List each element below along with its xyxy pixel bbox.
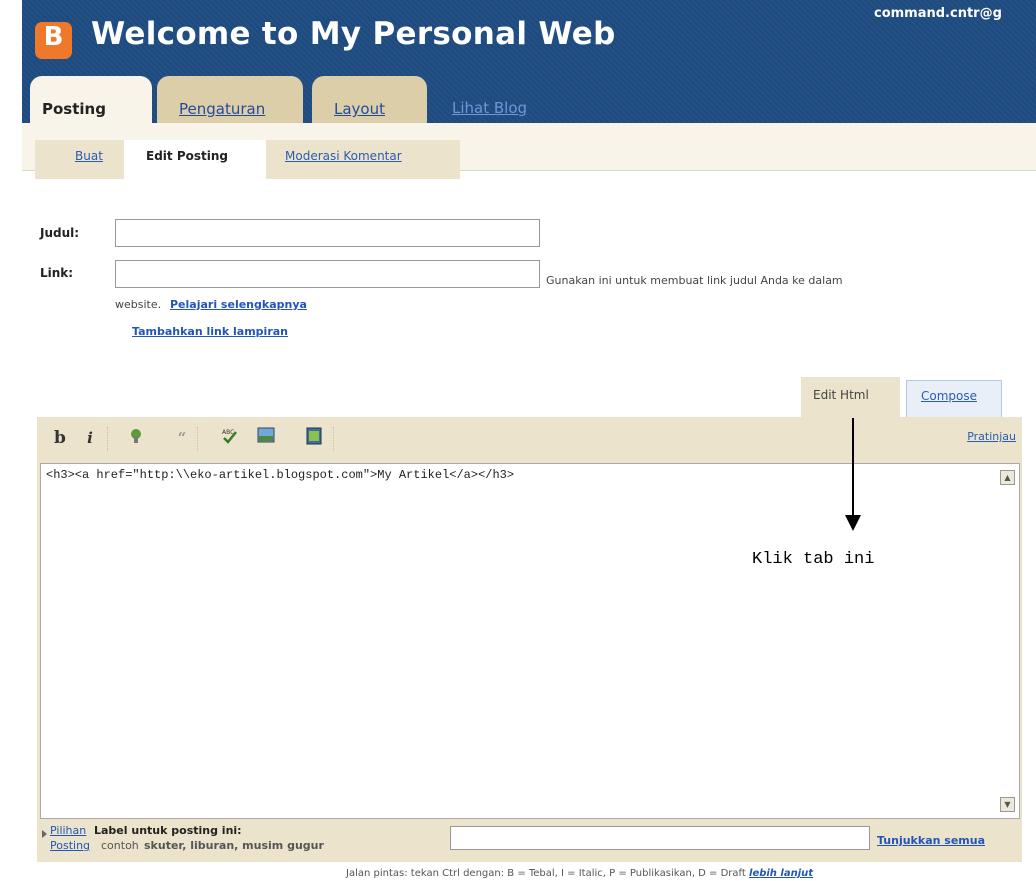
spellcheck-icon[interactable]: ABC [219, 427, 241, 449]
subtab-buat[interactable]: Buat [75, 149, 103, 163]
labels-heading: Label untuk posting ini: [94, 824, 242, 837]
post-body-content: <h3><a href="http:\\eko-artikel.blogspot… [46, 468, 515, 482]
labels-input[interactable] [450, 826, 870, 850]
shortcut-hint-text: Jalan pintas: tekan Ctrl dengan: B = Teb… [346, 868, 746, 879]
annotation-text: Klik tab ini [752, 550, 875, 569]
annotation-arrow-line [852, 418, 854, 518]
options-link[interactable]: Pilihan [50, 824, 86, 837]
link-label: Link: [40, 266, 74, 280]
blog-title: Welcome to My Personal Web [91, 16, 616, 52]
tab-pengaturan[interactable]: Pengaturan [157, 76, 303, 123]
labels-examples: skuter, liburan, musim gugur [144, 839, 324, 852]
bold-icon[interactable]: b [49, 427, 71, 449]
link-hint-text: Gunakan ini untuk membuat link judul And… [546, 274, 843, 287]
posting-options-link[interactable]: Posting [50, 839, 90, 852]
labels-example-prefix: contoh [101, 839, 139, 852]
subtab-edit-posting[interactable]: Edit Posting [124, 140, 266, 179]
title-label: Judul: [40, 226, 80, 240]
quote-icon[interactable]: “ [171, 427, 193, 449]
post-body-textarea[interactable]: <h3><a href="http:\\eko-artikel.blogspot… [40, 463, 1020, 819]
annotation-arrow-head [845, 515, 861, 531]
title-input[interactable] [115, 219, 540, 247]
toolbar-separator [333, 427, 335, 451]
link-hint-text-cont: website. [115, 298, 162, 311]
scroll-up-icon[interactable]: ▲ [1000, 470, 1015, 485]
expand-triangle-icon[interactable] [42, 830, 47, 838]
link-icon[interactable] [125, 427, 147, 449]
video-icon[interactable] [303, 427, 325, 449]
subtab-moderasi-komentar[interactable]: Moderasi Komentar [285, 149, 402, 163]
tab-edit-html[interactable]: Edit Html [801, 377, 900, 417]
toolbar-separator [107, 427, 109, 451]
scroll-down-icon[interactable]: ▼ [1000, 797, 1015, 812]
tab-posting[interactable]: Posting [30, 76, 152, 123]
user-email: command.cntr@g [874, 6, 1002, 21]
learn-more-link[interactable]: Pelajari selengkapnya [170, 298, 307, 311]
shortcut-hint: Jalan pintas: tekan Ctrl dengan: B = Teb… [346, 868, 813, 879]
tab-layout[interactable]: Layout [312, 76, 427, 123]
add-attachment-link[interactable]: Tambahkan link lampiran [132, 325, 288, 338]
image-icon[interactable] [255, 427, 277, 449]
tab-compose[interactable]: Compose [906, 380, 1002, 417]
link-input[interactable] [115, 260, 540, 288]
blogger-logo-icon[interactable]: B [35, 22, 72, 59]
italic-icon[interactable]: i [79, 427, 101, 449]
more-link[interactable]: lebih lanjut [749, 868, 813, 879]
toolbar-separator [197, 427, 199, 451]
show-all-labels-link[interactable]: Tunjukkan semua [877, 834, 985, 847]
preview-link[interactable]: Pratinjau [967, 430, 1016, 443]
view-blog-link[interactable]: Lihat Blog [452, 99, 527, 117]
